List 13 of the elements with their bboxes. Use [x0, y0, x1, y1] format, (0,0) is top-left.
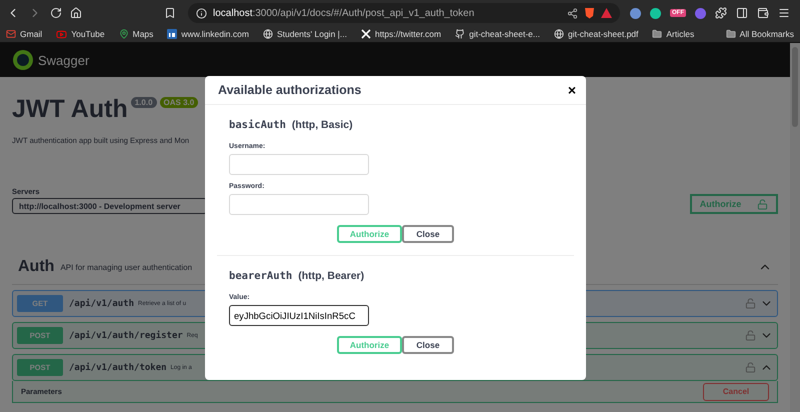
operation-path: /api/v1/auth: [69, 298, 134, 308]
operation-path: /api/v1/auth/token: [69, 362, 167, 372]
version-badge: 1.0.0: [130, 97, 157, 108]
scheme-title: basicAuth (http, Basic): [229, 119, 354, 131]
tag-description: API for managing user authentication: [60, 262, 194, 272]
oas-badge: OAS 3.0: [160, 97, 198, 108]
api-title: JWT Auth: [12, 95, 128, 124]
dialog-title: Available authorizations: [218, 83, 362, 97]
scheme-title: bearerAuth (http, Bearer): [229, 270, 366, 282]
tag-name: Auth: [18, 258, 54, 276]
operation-path: /api/v1/auth/register: [69, 330, 183, 340]
url-text: localhost:3000/api/v1/docs/#/Auth/post_api_v1_auth_token: [213, 8, 476, 18]
brand-name: Swagger: [38, 52, 90, 68]
